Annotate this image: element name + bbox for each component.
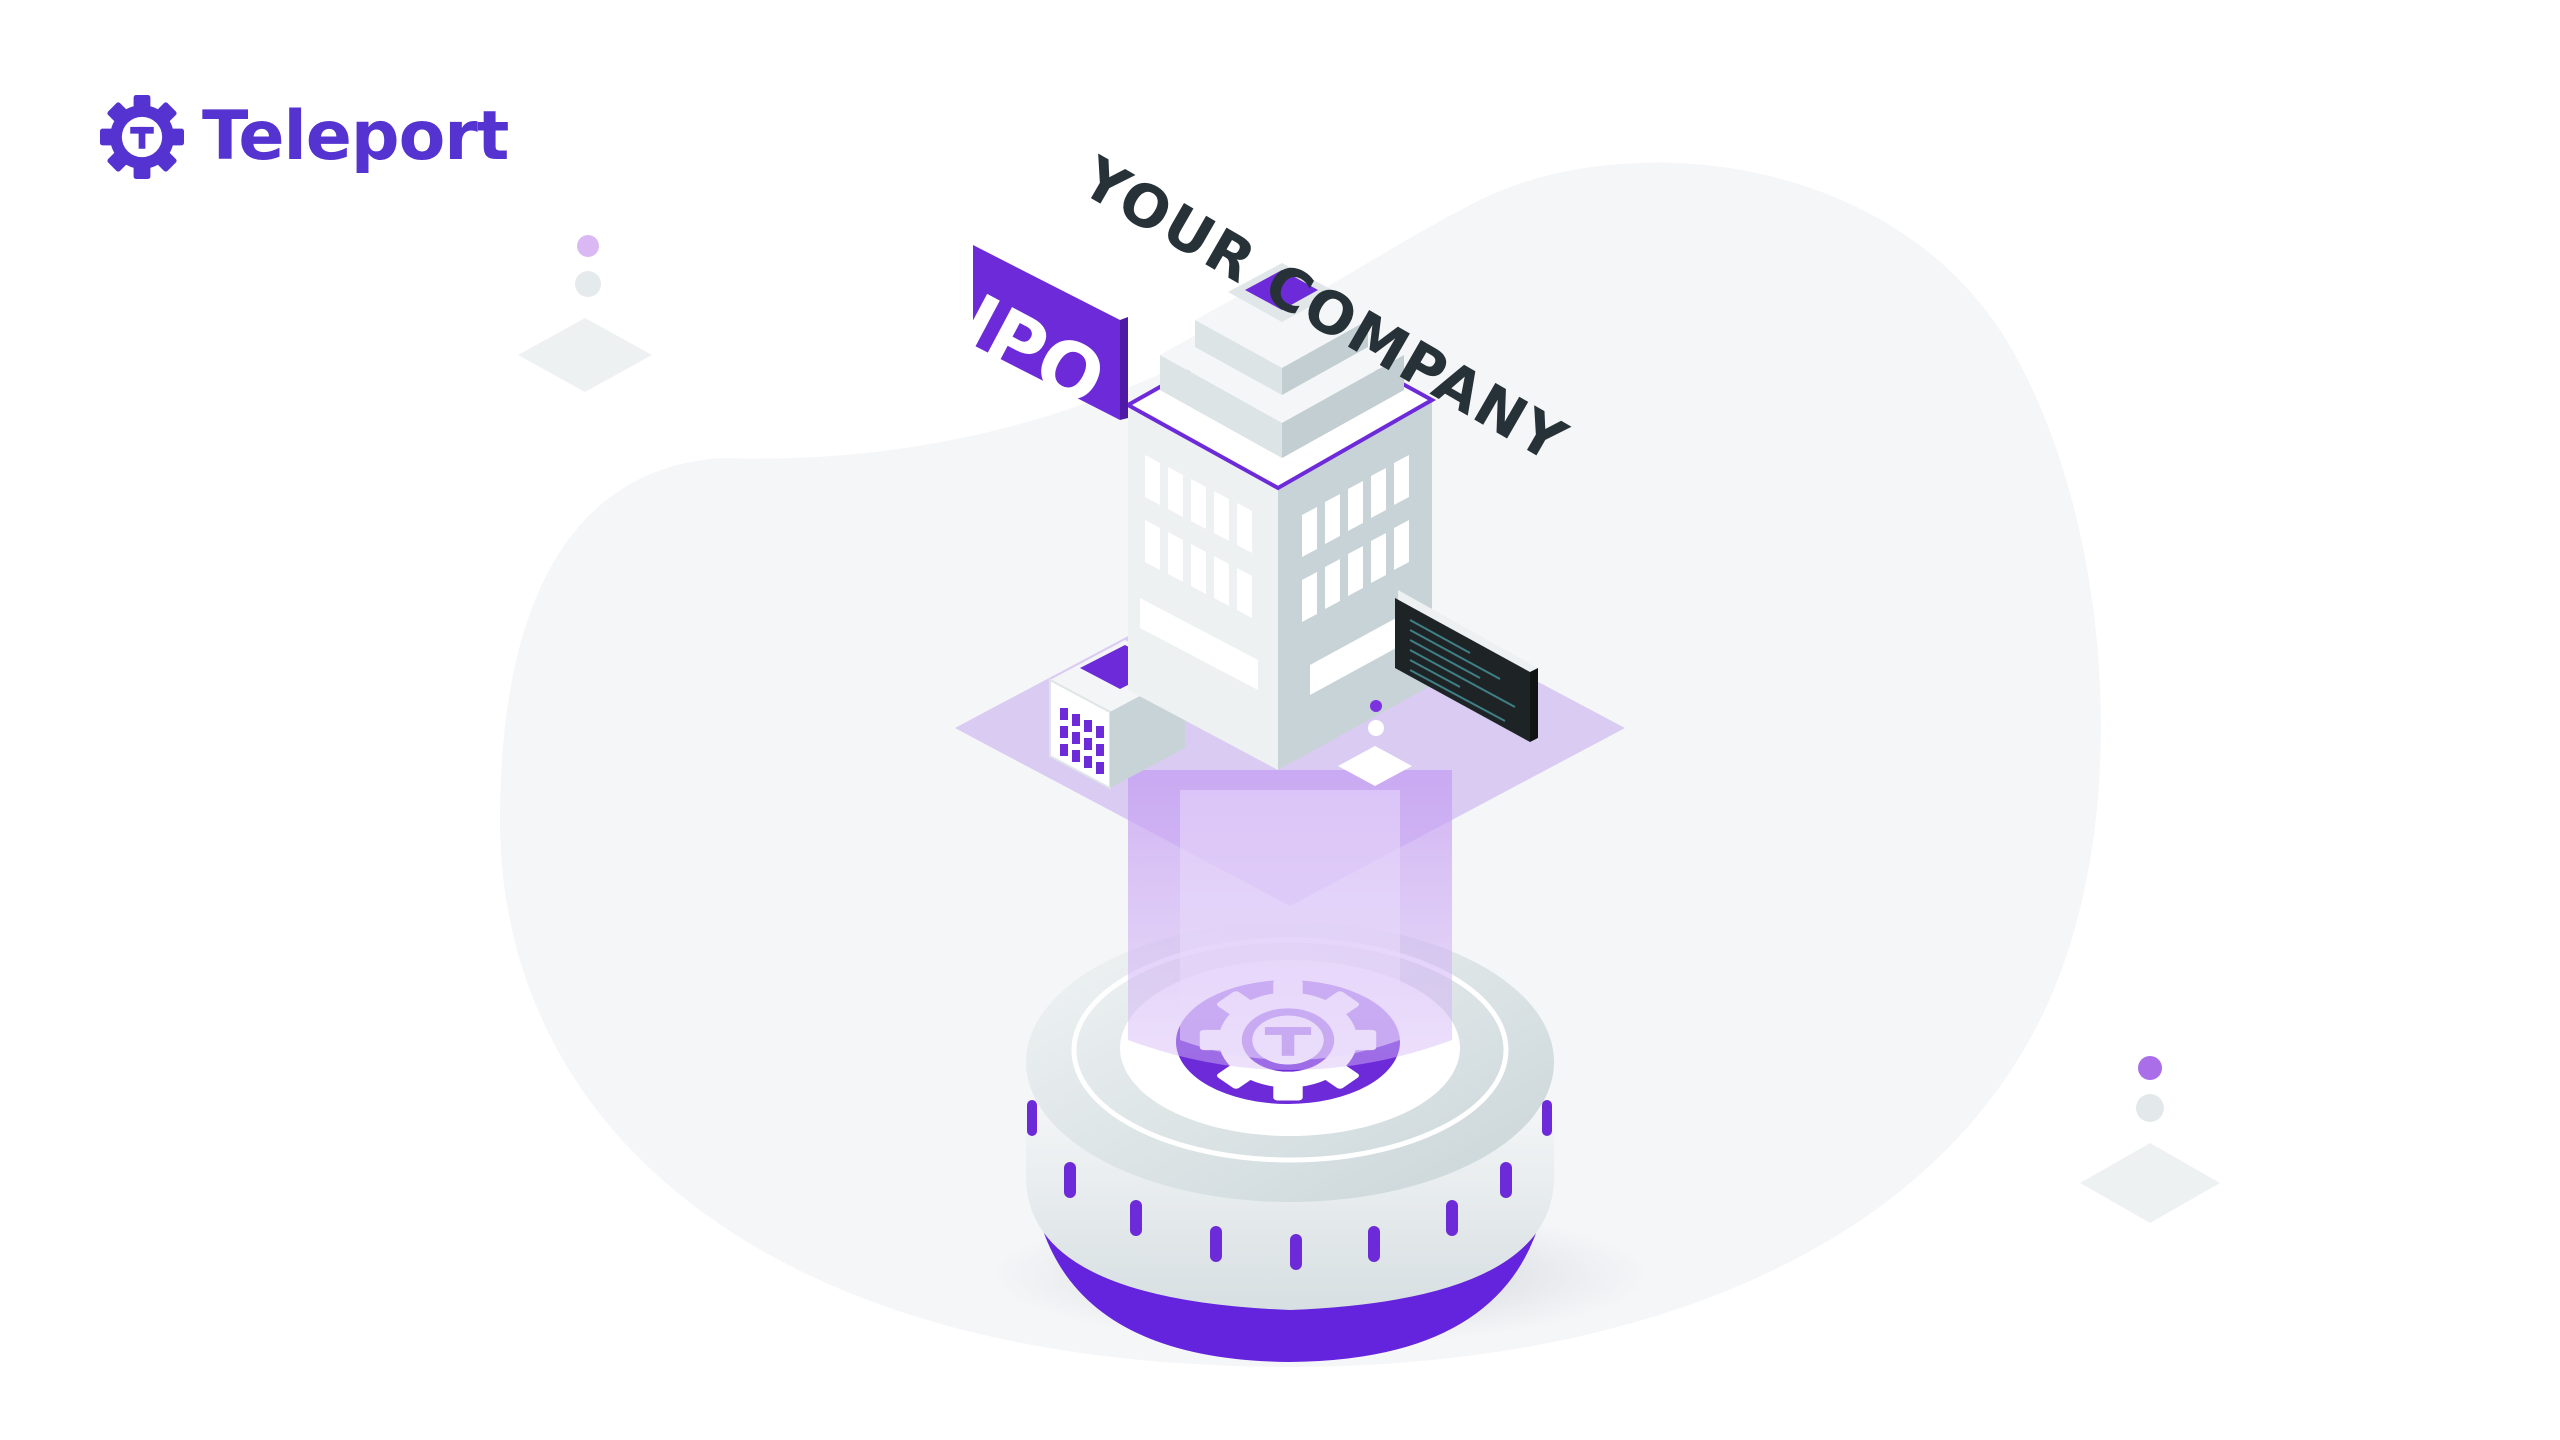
teleport-beam bbox=[1128, 770, 1452, 1070]
brand-logo: Teleport bbox=[100, 92, 509, 182]
decorative-tile-right bbox=[2080, 1056, 2220, 1223]
decorative-tile-left bbox=[518, 235, 652, 392]
teleport-logo-icon bbox=[100, 95, 184, 179]
brand-name: Teleport bbox=[202, 97, 509, 176]
illustration-scene bbox=[500, 162, 2220, 1367]
